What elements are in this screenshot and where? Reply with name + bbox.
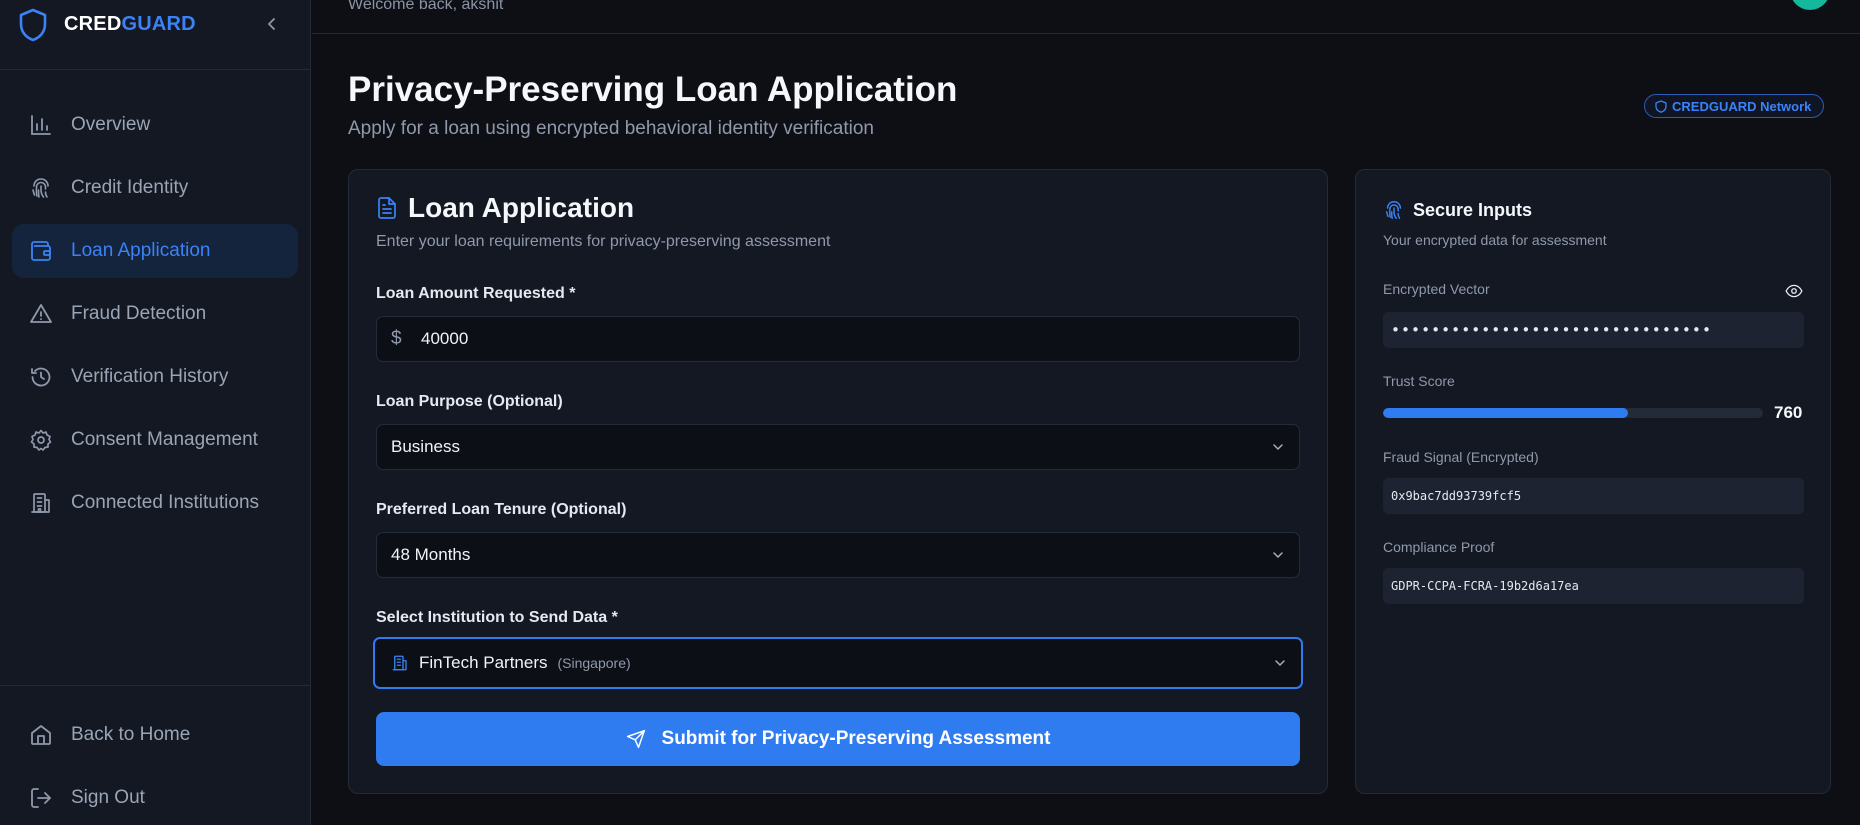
secure-inputs-subtitle: Your encrypted data for assessment [1383, 232, 1607, 248]
institution-value: FinTech Partners [419, 653, 548, 672]
loan-card-title: Loan Application [408, 192, 635, 223]
loan-purpose-select[interactable]: Business [376, 424, 1300, 470]
sidebar-item-label: Consent Management [71, 429, 258, 450]
network-badge-label: CREDGUARD Network [1672, 98, 1812, 114]
trust-score-value: 760 [1774, 403, 1803, 422]
eye-icon[interactable] [1785, 283, 1803, 299]
alert-triangle-icon [29, 302, 53, 326]
brand-name[interactable]: CREDGUARD [64, 13, 196, 36]
sign-out-label: Sign Out [71, 787, 145, 808]
brand-name-part1: CRED [64, 13, 122, 35]
loan-amount-input[interactable]: $ 40000 [376, 316, 1300, 362]
fingerprint-icon [29, 176, 53, 200]
compliance-proof-label: Compliance Proof [1383, 539, 1495, 555]
loan-tenure-select[interactable]: 48 Months [376, 532, 1300, 578]
shield-icon [1655, 99, 1667, 113]
sidebar-item-fraud-detection[interactable]: Fraud Detection [12, 287, 298, 341]
sidebar-item-label: Overview [71, 114, 151, 135]
loan-purpose-value: Business [391, 437, 460, 456]
sidebar-item-credit-identity[interactable]: Credit Identity [12, 161, 298, 215]
network-badge: CREDGUARD Network [1644, 94, 1825, 118]
sidebar-nav: Overview Credit Identity Loan Applicatio… [12, 98, 298, 539]
sidebar-item-loan-application[interactable]: Loan Application [12, 224, 298, 278]
send-icon [626, 729, 646, 749]
secure-inputs-card: Secure Inputs Your encrypted data for as… [1355, 169, 1831, 794]
avatar[interactable] [1790, 0, 1830, 10]
back-to-home-button[interactable]: Back to Home [12, 708, 299, 762]
gear-icon [29, 428, 53, 452]
loan-amount-label: Loan Amount Requested * [376, 285, 576, 302]
compliance-proof-field: GDPR-CCPA-FCRA-19b2d6a17ea [1383, 568, 1804, 604]
page-subtitle: Apply for a loan using encrypted behavio… [348, 118, 874, 139]
dollar-icon: $ [391, 328, 402, 349]
document-icon [376, 196, 398, 220]
institution-select[interactable]: FinTech Partners (Singapore) [373, 637, 1303, 689]
bar-chart-icon [29, 113, 53, 137]
sidebar-item-connected-institutions[interactable]: Connected Institutions [12, 476, 298, 530]
submit-label: Submit for Privacy-Preserving Assessment [661, 728, 1051, 749]
welcome-message: Welcome back, akshit [348, 0, 504, 13]
sidebar-item-consent-management[interactable]: Consent Management [12, 413, 298, 467]
sidebar-item-label: Fraud Detection [71, 303, 207, 324]
sidebar-item-verification-history[interactable]: Verification History [12, 350, 298, 404]
building-icon [29, 491, 53, 515]
brand-header: CREDGUARD [0, 0, 311, 70]
chevron-down-icon [1271, 548, 1285, 562]
sidebar: CREDGUARD Overview Credit Identity Loan … [0, 0, 311, 825]
secure-inputs-title: Secure Inputs [1413, 199, 1533, 220]
log-out-icon [29, 786, 53, 810]
encrypted-vector-field: •••••••••••••••••••••••••••••••• [1383, 312, 1804, 348]
page-title: Privacy-Preserving Loan Application [348, 70, 958, 109]
chevron-down-icon [1273, 656, 1287, 670]
fraud-signal-field: 0x9bac7dd93739fcf5 [1383, 478, 1804, 514]
submit-assessment-button[interactable]: Submit for Privacy-Preserving Assessment [376, 712, 1300, 766]
trust-score-bar-fill [1383, 408, 1628, 418]
institution-location: (Singapore) [557, 655, 631, 671]
loan-tenure-value: 48 Months [391, 545, 471, 564]
sidebar-item-label: Connected Institutions [71, 492, 260, 513]
sidebar-item-overview[interactable]: Overview [12, 98, 298, 152]
loan-amount-value: 40000 [421, 329, 469, 348]
institution-label: Select Institution to Send Data * [376, 609, 618, 626]
chevron-down-icon [1271, 440, 1285, 454]
sidebar-footer: Back to Home Sign Out [0, 685, 311, 825]
brand-name-part2: GUARD [121, 13, 196, 35]
fingerprint-icon [1383, 199, 1405, 221]
loan-card-subtitle: Enter your loan requirements for privacy… [376, 233, 831, 250]
fraud-signal-label: Fraud Signal (Encrypted) [1383, 449, 1539, 465]
loan-tenure-label: Preferred Loan Tenure (Optional) [376, 501, 627, 518]
encrypted-vector-label: Encrypted Vector [1383, 281, 1490, 297]
trust-score-label: Trust Score [1383, 373, 1455, 389]
loan-application-card: Loan Application Enter your loan require… [348, 169, 1328, 794]
history-icon [29, 365, 53, 389]
sidebar-item-label: Loan Application [71, 240, 211, 261]
building-icon [391, 654, 409, 672]
sign-out-button[interactable]: Sign Out [12, 771, 299, 825]
wallet-icon [29, 239, 53, 263]
sidebar-item-label: Credit Identity [71, 177, 189, 198]
loan-purpose-label: Loan Purpose (Optional) [376, 393, 563, 410]
trust-score-bar [1383, 408, 1763, 418]
collapse-sidebar-chevron-left-icon[interactable] [262, 14, 282, 34]
shield-logo-icon [18, 8, 48, 42]
sidebar-item-label: Verification History [71, 366, 229, 387]
home-icon [29, 723, 53, 747]
back-to-home-label: Back to Home [71, 724, 191, 745]
top-bar: Welcome back, akshit [312, 0, 1860, 34]
